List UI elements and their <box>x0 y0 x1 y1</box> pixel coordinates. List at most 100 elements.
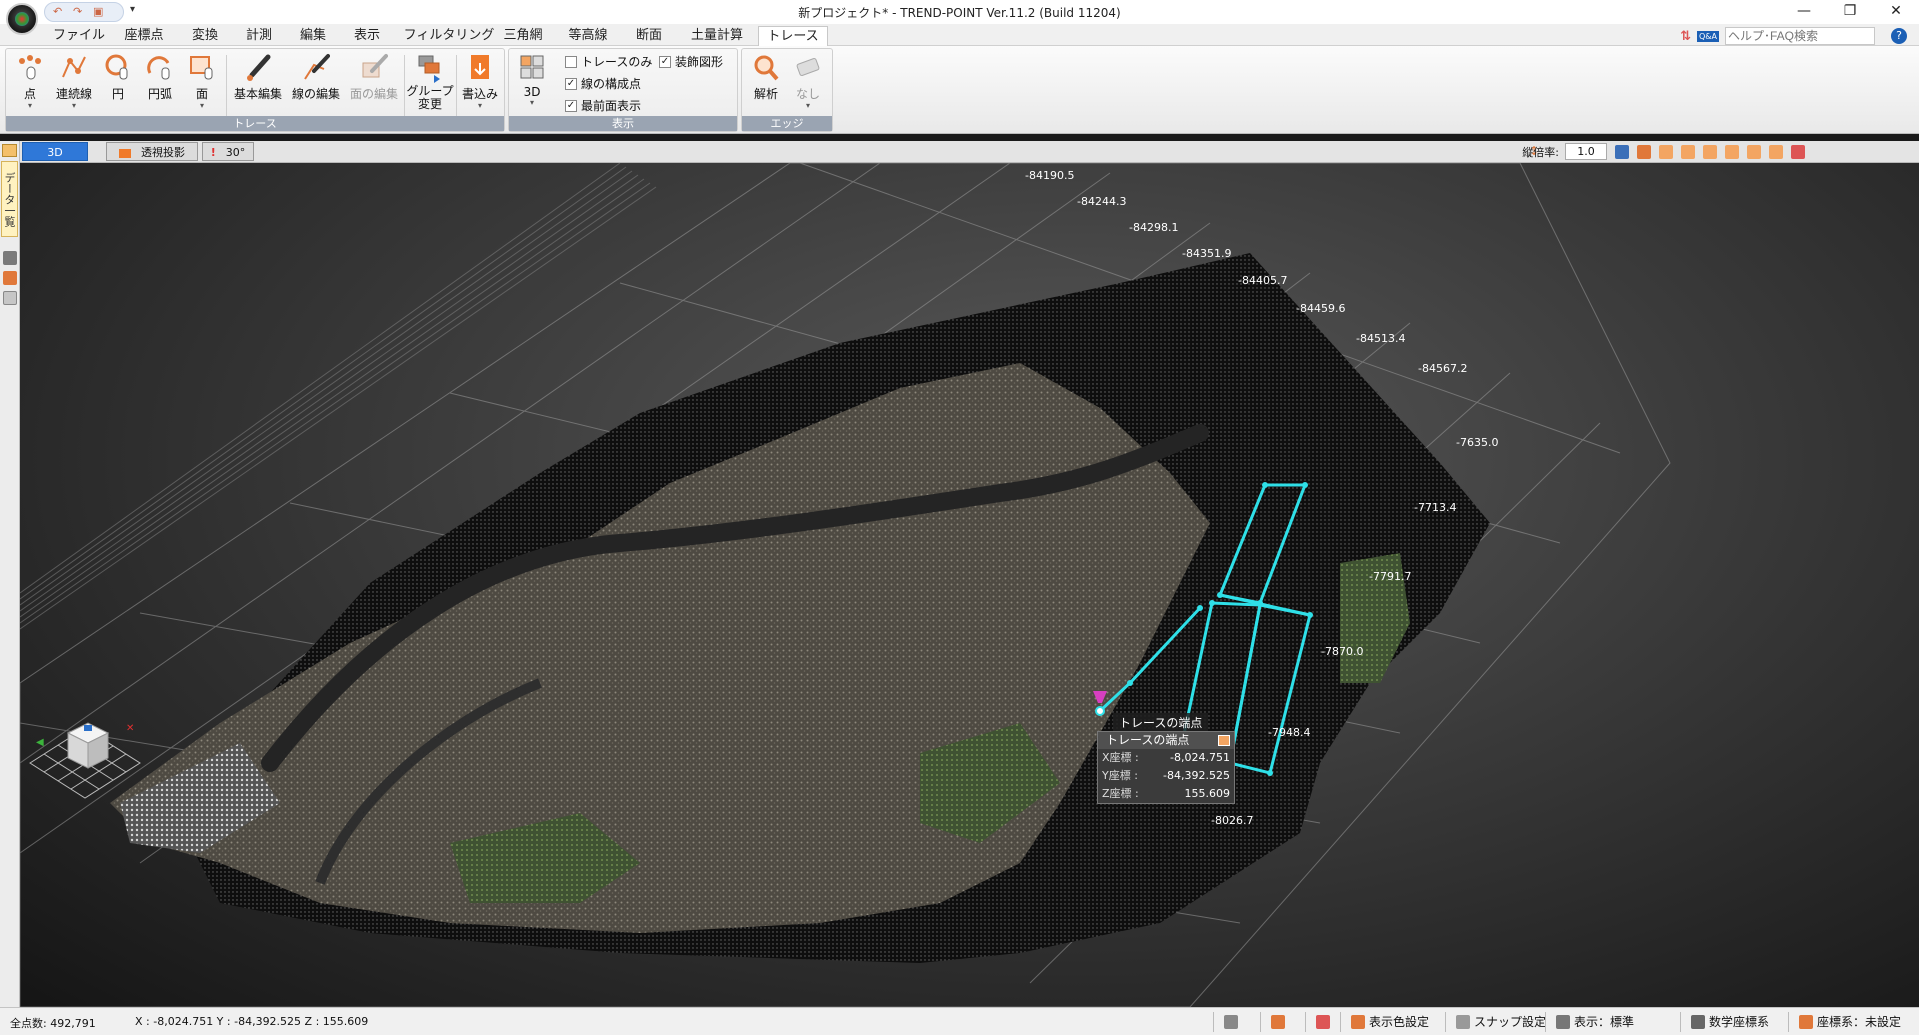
y-tick-label: -8026.7 <box>1211 814 1253 827</box>
app-logo[interactable] <box>6 3 38 35</box>
vertical-scale-input[interactable]: 1.0 <box>1565 143 1607 160</box>
analyze-button[interactable]: 解析 <box>746 53 786 102</box>
view-left-icon[interactable] <box>1725 145 1739 159</box>
view-bottom-icon[interactable] <box>1769 145 1783 159</box>
tab-triangulation[interactable]: 三角網 <box>496 26 550 46</box>
eye-icon <box>1224 1015 1238 1029</box>
line-edit-button[interactable]: 線の編集 <box>288 53 344 102</box>
help-area: ⇅ Q&A ? <box>1680 26 1907 46</box>
coord-system-icon <box>1799 1015 1813 1029</box>
front-display-checkbox[interactable]: ✓ 最前面表示 <box>565 97 641 114</box>
data-icon[interactable] <box>3 251 17 265</box>
view-angle-tab[interactable]: ! 30° <box>202 142 254 161</box>
brush-icon <box>244 53 272 83</box>
arc-label: 円弧 <box>147 87 172 101</box>
view-right-icon[interactable] <box>1747 145 1761 159</box>
tab-earthwork[interactable]: 土量計算 <box>682 26 752 46</box>
tab-measure[interactable]: 計測 <box>236 26 282 46</box>
ribbon: 点 ▾ 連続線 ▾ 円 円弧 面 ▾ 基本編集 線の編集 面の編集 グループ 変… <box>0 46 1919 134</box>
basic-edit-button[interactable]: 基本編集 <box>230 53 286 102</box>
checkbox-checked: ✓ <box>565 77 577 90</box>
view-mode-3d-tab[interactable]: 3D <box>22 142 88 161</box>
edge-none-label: なし <box>795 87 820 101</box>
help-search-input[interactable] <box>1725 27 1875 45</box>
polyline-label: 連続線 <box>55 87 92 101</box>
tab-trace[interactable]: トレース <box>758 26 828 46</box>
sort-arrows-icon[interactable]: ⇅ <box>1680 29 1691 44</box>
app-window: ↶ ↷ ▣ ▾ 新プロジェクト* - TREND-POINT Ver.11.2 … <box>0 0 1919 1035</box>
x-tick-label: -84351.9 <box>1182 247 1231 260</box>
view-settings-icon[interactable] <box>1791 145 1805 159</box>
qa-icon[interactable]: Q&A <box>1696 30 1719 42</box>
status-bar: 全点数: 492,791 X : -8,024.751 Y : -84,392.… <box>0 1007 1919 1035</box>
arc-button[interactable]: 円弧 <box>140 53 180 102</box>
tab-coordinate-points[interactable]: 座標点 <box>116 26 172 46</box>
group-change-icon <box>416 53 444 83</box>
tab-edit[interactable]: 編集 <box>290 26 336 46</box>
polyline-button[interactable]: 連続線 ▾ <box>50 53 98 110</box>
status-light-button[interactable] <box>1260 1012 1285 1032</box>
circle-button[interactable]: 円 <box>100 53 136 102</box>
write-button[interactable]: 書込み ▾ <box>458 53 502 110</box>
view-side-icon[interactable] <box>1681 145 1695 159</box>
color-setting-button[interactable]: 表示色設定 <box>1340 1012 1429 1032</box>
title-bar: ↶ ↷ ▣ ▾ 新プロジェクト* - TREND-POINT Ver.11.2 … <box>0 0 1919 24</box>
3d-viewport[interactable]: -84190.5 -84244.3 -84298.1 -84351.9 -844… <box>20 163 1919 1007</box>
note-icon[interactable] <box>3 291 17 305</box>
view-3d-button[interactable]: 3D ▾ <box>513 53 551 107</box>
view-top-icon[interactable] <box>1637 145 1651 159</box>
snap-setting-button[interactable]: スナップ設定 <box>1445 1012 1546 1032</box>
tab-convert[interactable]: 変換 <box>182 26 228 46</box>
front-display-label: 最前面表示 <box>581 99 642 113</box>
edge-none-button[interactable]: なし ▾ <box>788 53 828 110</box>
side-panel: データ一覧 <box>0 141 20 1007</box>
restore-button[interactable]: ❐ <box>1827 0 1873 24</box>
data-list-tab[interactable]: データ一覧 <box>1 161 18 237</box>
panel-toggle-icon[interactable] <box>2 144 17 157</box>
vertical-scale-label: 縦倍率: <box>1522 146 1559 159</box>
perspective-label: 透視投影 <box>141 146 185 159</box>
svg-text:◀: ◀ <box>36 737 44 748</box>
snap-icon <box>1456 1015 1470 1029</box>
face-button[interactable]: 面 ▾ <box>184 53 220 110</box>
face-edit-button[interactable]: 面の編集 <box>346 53 402 102</box>
layer-icon[interactable] <box>3 271 17 285</box>
status-home-button[interactable] <box>1305 1012 1330 1032</box>
math-coord-button[interactable]: 数学座標系 <box>1680 1012 1769 1032</box>
face-icon <box>188 53 216 83</box>
write-label: 書込み <box>461 87 498 101</box>
view-front-icon[interactable] <box>1659 145 1673 159</box>
view-back-icon[interactable] <box>1703 145 1717 159</box>
display-mode-button[interactable]: 表示：標準 <box>1545 1012 1634 1032</box>
status-eye-button[interactable] <box>1213 1012 1238 1032</box>
eraser-icon <box>794 53 822 83</box>
x-tick-label: -84298.1 <box>1129 221 1178 234</box>
home-icon <box>1316 1015 1330 1029</box>
tab-display[interactable]: 表示 <box>344 26 390 46</box>
tab-filtering[interactable]: フィルタリング <box>398 26 500 46</box>
ribbon-tabs: ファイル 座標点 変換 計測 編集 表示 フィルタリング 三角網 等高線 断面 … <box>0 24 1919 46</box>
trace-only-checkbox[interactable]: トレースのみ <box>565 53 652 70</box>
checkbox-box <box>565 55 577 68</box>
close-button[interactable]: ✕ <box>1873 0 1919 24</box>
group-change-button[interactable]: グループ 変更 <box>406 53 454 111</box>
perspective-projection-tab[interactable]: 透視投影 <box>106 142 198 161</box>
home-view-icon[interactable] <box>1615 145 1629 159</box>
z-coord-value: 155.609 <box>1184 787 1231 800</box>
tab-section[interactable]: 断面 <box>626 26 672 46</box>
x-coord-value: -8,024.751 <box>1170 751 1230 764</box>
decoration-checkbox[interactable]: ✓ 装飾図形 <box>659 53 723 70</box>
minimize-button[interactable]: — <box>1781 0 1827 24</box>
copy-icon[interactable] <box>1218 735 1230 746</box>
tab-file[interactable]: ファイル <box>52 26 106 46</box>
line-vertices-checkbox[interactable]: ✓ 線の構成点 <box>565 75 641 92</box>
coord-system-button[interactable]: 座標系：未設定 <box>1788 1012 1901 1032</box>
group-change-label-2: 変更 <box>417 97 442 111</box>
point-button[interactable]: 点 ▾ <box>12 53 48 110</box>
viewport-toolbar: 3D 透視投影 ! 30° ↕ 縦倍率: 1.0 <box>20 141 1919 163</box>
tab-contour[interactable]: 等高線 <box>560 26 616 46</box>
window-title: 新プロジェクト* - TREND-POINT Ver.11.2 (Build 1… <box>798 6 1121 20</box>
help-icon[interactable]: ? <box>1891 28 1907 44</box>
vertex-info-title: トレースの端点 <box>1098 732 1234 749</box>
y-coord-row: Y座標 : -84,392.525 <box>1098 767 1234 785</box>
